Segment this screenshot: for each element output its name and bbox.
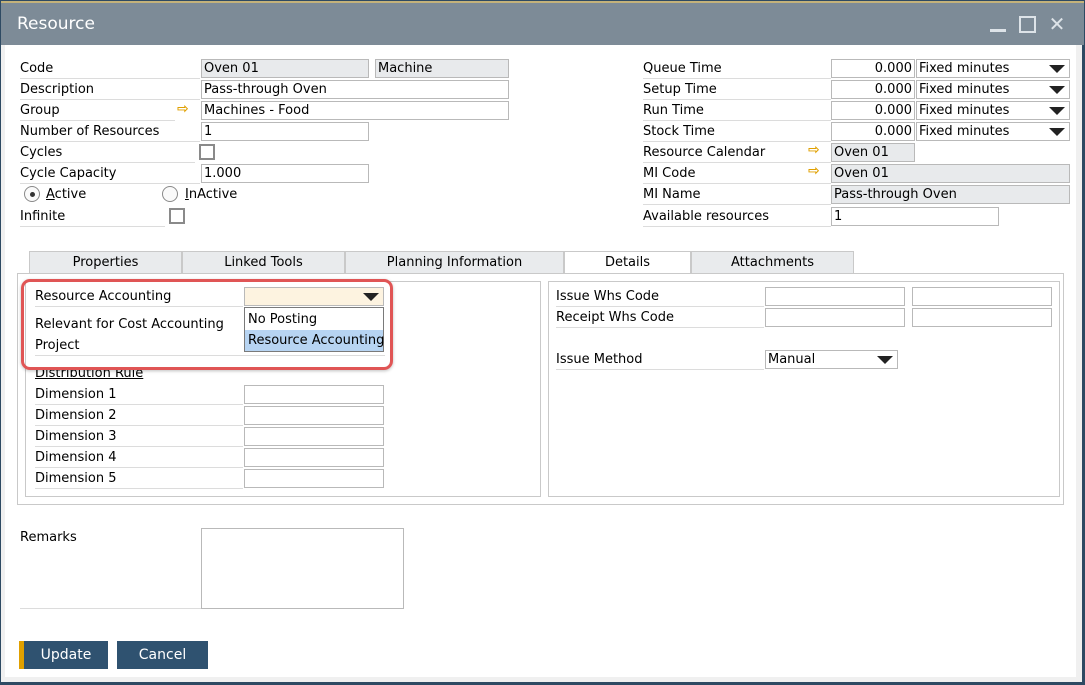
stock-time-field[interactable]: 0.000 xyxy=(831,122,915,141)
code-field[interactable]: Oven 01 xyxy=(201,59,369,78)
inactive-radio[interactable] xyxy=(162,186,178,202)
relevant-cost-accounting-label: Relevant for Cost Accounting xyxy=(35,317,224,332)
dimension-1-field[interactable] xyxy=(244,385,384,404)
issue-method-label: Issue Method xyxy=(556,349,764,370)
resource-calendar-label: Resource Calendar xyxy=(643,142,831,163)
description-field[interactable]: Pass-through Oven xyxy=(201,80,509,99)
setup-time-field[interactable]: 0.000 xyxy=(831,80,915,99)
setup-time-label: Setup Time xyxy=(643,79,831,100)
distribution-rule-link[interactable]: Distribution Rule xyxy=(35,363,143,384)
close-icon[interactable]: ✕ xyxy=(1046,13,1068,35)
description-label: Description xyxy=(20,79,200,100)
minimize-icon[interactable] xyxy=(988,13,1010,35)
dimension-4-field[interactable] xyxy=(244,448,384,467)
available-resources-field[interactable]: 1 xyxy=(831,207,999,226)
code-label: Code xyxy=(20,58,200,79)
queue-time-label: Queue Time xyxy=(643,58,831,79)
queue-time-field[interactable]: 0.000 xyxy=(831,59,915,78)
tab-properties[interactable]: Properties xyxy=(29,251,182,274)
cycle-capacity-label: Cycle Capacity xyxy=(20,163,200,184)
remarks-divider xyxy=(20,608,201,609)
dimension-5-field[interactable] xyxy=(244,469,384,488)
option-resource-accounting[interactable]: Resource Accounting xyxy=(245,330,384,351)
dimension-3-field[interactable] xyxy=(244,427,384,446)
cancel-button[interactable]: Cancel xyxy=(117,641,208,669)
mi-name-label: MI Name xyxy=(643,184,831,205)
form-content: Code Oven 01 Machine Description Pass-th… xyxy=(5,45,1076,677)
dimension-1-label: Dimension 1 xyxy=(35,384,243,405)
run-time-field[interactable]: 0.000 xyxy=(831,101,915,120)
mi-name-field[interactable]: Pass-through Oven xyxy=(831,185,1070,204)
resource-accounting-select[interactable] xyxy=(244,287,384,306)
stock-time-unit-select[interactable]: Fixed minutes xyxy=(916,122,1070,141)
link-arrow-icon[interactable]: ⇨ xyxy=(808,162,820,181)
window-title: Resource xyxy=(17,14,95,34)
cycles-label: Cycles xyxy=(20,142,195,163)
receipt-whs-code-label: Receipt Whs Code xyxy=(556,307,764,328)
group-field[interactable]: Machines - Food xyxy=(201,101,509,120)
issue-whs-code-label: Issue Whs Code xyxy=(556,286,764,307)
remarks-label: Remarks xyxy=(20,530,77,545)
stock-time-label: Stock Time xyxy=(643,121,831,142)
resource-accounting-label: Resource Accounting xyxy=(35,286,243,307)
active-label-rest: ctive xyxy=(54,187,87,202)
tab-attachments[interactable]: Attachments xyxy=(691,251,854,274)
dimension-5-label: Dimension 5 xyxy=(35,468,243,489)
group-label: Group xyxy=(20,100,175,121)
dimension-4-label: Dimension 4 xyxy=(35,447,243,468)
dimension-3-label: Dimension 3 xyxy=(35,426,243,447)
number-of-resources-label: Number of Resources xyxy=(20,121,200,142)
resource-window: Resource ✕ Code Oven 01 Machine Descript… xyxy=(0,0,1084,683)
mi-code-label: MI Code xyxy=(643,163,831,184)
cycles-checkbox[interactable] xyxy=(199,144,215,160)
update-button[interactable]: Update xyxy=(19,641,108,669)
number-of-resources-field[interactable]: 1 xyxy=(201,122,369,141)
tab-linked-tools[interactable]: Linked Tools xyxy=(182,251,345,274)
title-bar: Resource ✕ xyxy=(1,1,1084,45)
issue-whs-code-field[interactable] xyxy=(765,287,905,306)
active-mnemonic: A xyxy=(46,187,55,202)
run-time-unit-select[interactable]: Fixed minutes xyxy=(916,101,1070,120)
remarks-textarea[interactable] xyxy=(201,528,404,609)
issue-whs-name-field[interactable] xyxy=(912,287,1052,306)
tab-planning-information[interactable]: Planning Information xyxy=(345,251,564,274)
available-resources-label: Available resources xyxy=(643,206,831,227)
link-arrow-icon[interactable]: ⇨ xyxy=(177,100,189,119)
receipt-whs-code-field[interactable] xyxy=(765,308,905,327)
setup-time-unit-select[interactable]: Fixed minutes xyxy=(916,80,1070,99)
option-no-posting[interactable]: No Posting xyxy=(245,309,383,330)
cycle-capacity-field[interactable]: 1.000 xyxy=(201,164,369,183)
resource-type-field[interactable]: Machine xyxy=(375,59,509,78)
link-arrow-icon[interactable]: ⇨ xyxy=(808,141,820,160)
dimension-2-field[interactable] xyxy=(244,406,384,425)
maximize-icon[interactable] xyxy=(1017,13,1039,35)
infinite-label: Infinite xyxy=(20,206,165,227)
resource-accounting-dropdown: No Posting Resource Accounting xyxy=(244,307,384,352)
receipt-whs-name-field[interactable] xyxy=(912,308,1052,327)
inactive-label: InActive xyxy=(185,184,237,205)
run-time-label: Run Time xyxy=(643,100,831,121)
mi-code-field[interactable]: Oven 01 xyxy=(831,164,1070,183)
queue-time-unit-select[interactable]: Fixed minutes xyxy=(916,59,1070,78)
dimension-2-label: Dimension 2 xyxy=(35,405,243,426)
issue-method-select[interactable]: Manual xyxy=(765,350,898,369)
inactive-label-rest: nActive xyxy=(188,187,238,202)
active-label: Active xyxy=(46,184,86,205)
resource-calendar-field[interactable]: Oven 01 xyxy=(831,143,915,162)
tab-details[interactable]: Details xyxy=(564,251,691,275)
infinite-checkbox[interactable] xyxy=(169,208,185,224)
active-radio[interactable] xyxy=(24,186,40,202)
